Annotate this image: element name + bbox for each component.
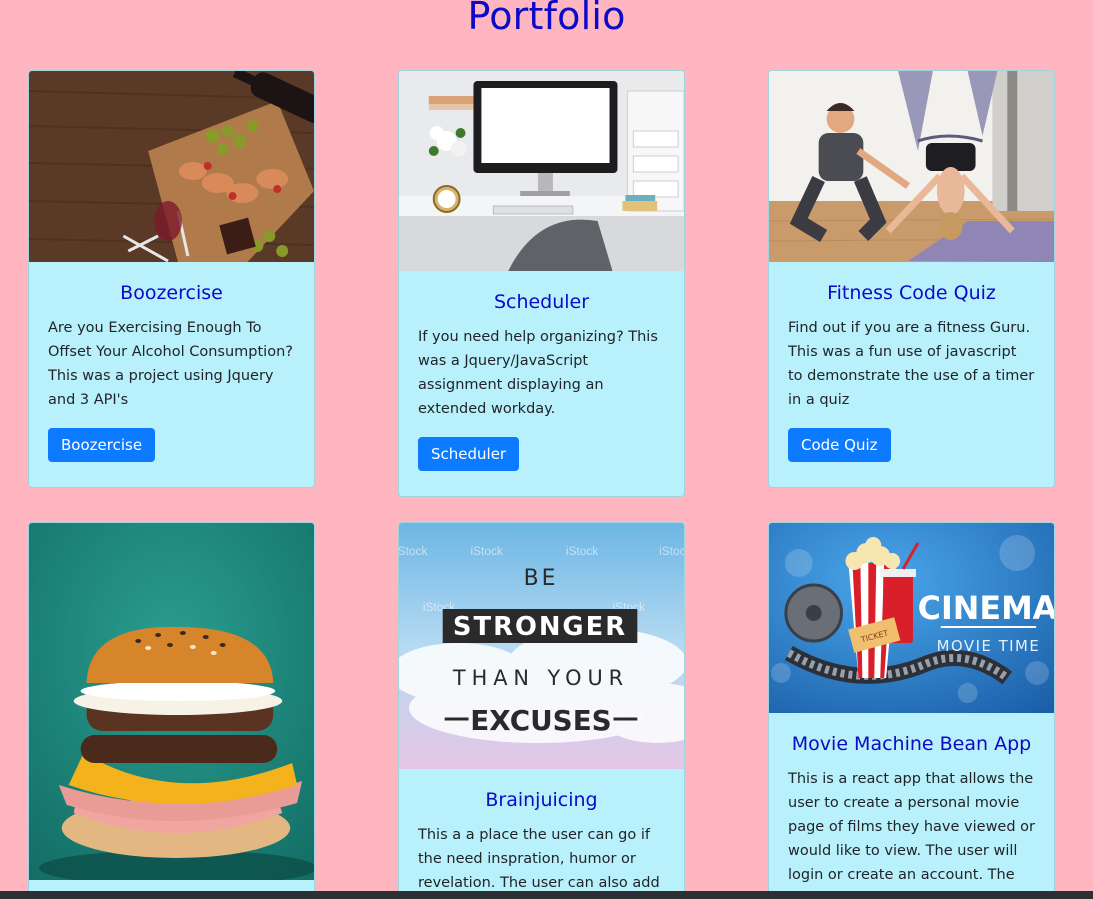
card-text: Find out if you are a fitness Guru. This… <box>788 320 1035 408</box>
project-card-scheduler: Scheduler If you need help organizing? T… <box>398 70 685 497</box>
cinema-sub-text: MOVIE TIME <box>937 637 1041 655</box>
project-card-movie-machine-bean-app: TICKET CINEMA MOVIE TIME Movie Machine B… <box>768 522 1055 899</box>
motivational-quote-image: iStock iStock iStock iStock iStock iStoc… <box>399 523 684 769</box>
cinema-image: TICKET CINEMA MOVIE TIME <box>769 523 1054 713</box>
desk-computer-image <box>399 71 684 271</box>
wine-and-charcuterie-image <box>29 71 314 262</box>
watermark-text: iStock <box>566 544 598 558</box>
scheduler-button[interactable]: Scheduler <box>418 437 520 471</box>
watermark-text: iStock <box>659 544 684 558</box>
watermark-text: iStock <box>470 544 502 558</box>
watermark-text: iStock <box>399 544 427 558</box>
quote-line-excuses: EXCUSES <box>470 704 611 737</box>
portfolio-page: Portfolio Boozercise Are you Exercising … <box>0 0 1093 899</box>
card-title: Fitness Code Quiz <box>827 282 996 304</box>
bottom-edge-strip <box>0 891 1093 899</box>
project-card-fitness-code-quiz: Fitness Code Quiz Find out if you are a … <box>768 70 1055 488</box>
card-text: This a a place the user can go if the ne… <box>418 827 660 891</box>
code-quiz-button[interactable]: Code Quiz <box>788 428 891 462</box>
cinema-brand-text: CINEMA <box>918 589 1054 627</box>
quote-line-than-your: THAN YOUR <box>452 666 629 690</box>
quote-line-stronger: STRONGER <box>453 612 627 642</box>
card-title: Movie Machine Bean App <box>791 733 1032 755</box>
card-title: Scheduler <box>493 291 590 313</box>
project-card-burger <box>28 522 315 899</box>
project-card-brainjuicing: iStock iStock iStock iStock iStock iStoc… <box>398 522 685 899</box>
aerial-yoga-image <box>769 71 1054 262</box>
boozercise-button[interactable]: Boozercise <box>48 428 156 462</box>
card-title: Brainjuicing <box>485 789 598 811</box>
burger-image <box>29 523 314 880</box>
page-title: Portfolio <box>467 0 626 38</box>
card-title: Boozercise <box>120 282 223 304</box>
project-card-boozercise: Boozercise Are you Exercising Enough To … <box>28 70 315 488</box>
quote-line-be: BE <box>524 566 559 591</box>
card-text: This is a react app that allows the user… <box>788 771 1035 883</box>
card-text: Are you Exercising Enough To Offset Your… <box>48 320 293 408</box>
card-text: If you need help organizing? This was a … <box>418 329 658 417</box>
